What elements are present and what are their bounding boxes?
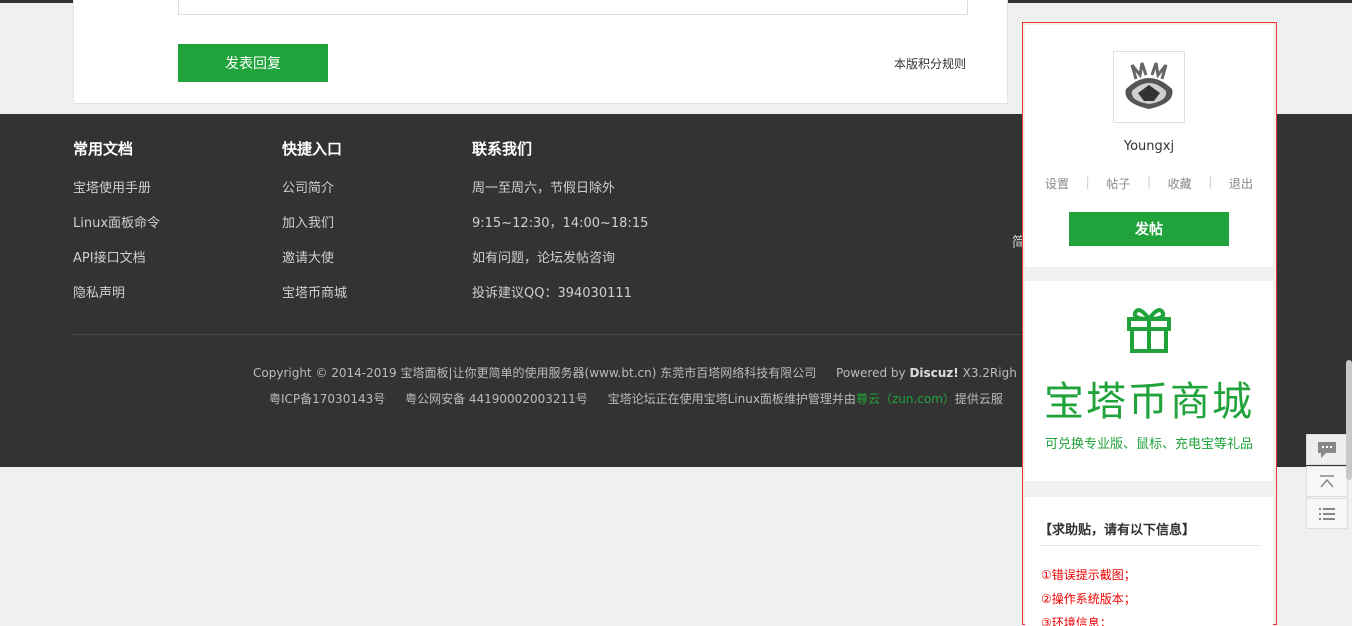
- footer-column-contact: 联系我们 周一至周六，节假日除外 9:15~12:30，14:00~18:15 …: [472, 138, 648, 320]
- footer-column-quick: 快捷入口 公司简介 加入我们 邀请大使 宝塔币商城: [282, 138, 347, 320]
- comment-button[interactable]: [1306, 434, 1348, 465]
- floating-toolbar: [1306, 434, 1348, 530]
- score-rules-link[interactable]: 本版积分规则: [894, 55, 966, 72]
- footer-divider: [73, 334, 1023, 335]
- icp-link[interactable]: 粤ICP备17030143号: [269, 392, 385, 406]
- footer-link[interactable]: 公司简介: [282, 180, 347, 215]
- footer-link[interactable]: 加入我们: [282, 215, 347, 250]
- user-links: 设置 | 帖子 | 收藏 | 退出: [1045, 175, 1253, 192]
- copyright-line: Copyright © 2014-2019 宝塔面板|让你更简单的使用服务器(w…: [253, 364, 1017, 381]
- coin-mall-ad[interactable]: 宝塔币商城 可兑换专业版、鼠标、充电宝等礼品: [1025, 281, 1273, 481]
- zun-link[interactable]: 尊云（zun.com）: [856, 392, 955, 406]
- footer-link[interactable]: API接口文档: [73, 250, 160, 285]
- separator: |: [1146, 175, 1151, 189]
- reply-card: 发表回复 本版积分规则: [73, 0, 1008, 104]
- footer-link[interactable]: Linux面板命令: [73, 215, 160, 250]
- submit-reply-button[interactable]: 发表回复: [178, 44, 328, 82]
- help-item: ②操作系统版本；: [1041, 592, 1136, 606]
- hosting-prefix: 宝塔论坛正在使用宝塔Linux面板维护管理并由: [607, 392, 856, 406]
- settings-link[interactable]: 设置: [1045, 175, 1069, 192]
- icp-line: 粤ICP备17030143号 粤公网安备 44190002003211号 宝塔论…: [269, 390, 1003, 407]
- police-link[interactable]: 粤公网安备 44190002003211号: [405, 392, 588, 406]
- footer-link[interactable]: 邀请大使: [282, 250, 347, 285]
- footer-column-docs: 常用文档 宝塔使用手册 Linux面板命令 API接口文档 隐私声明: [73, 138, 160, 320]
- posts-link[interactable]: 帖子: [1106, 175, 1130, 192]
- back-to-top-icon: [1320, 474, 1334, 487]
- comment-icon: [1318, 441, 1336, 458]
- footer-text: 投诉建议QQ：394030111: [472, 286, 632, 301]
- help-divider: [1039, 545, 1261, 546]
- user-card: Youngxj 设置 | 帖子 | 收藏 | 退出 发帖: [1025, 25, 1273, 267]
- help-item: ①错误提示截图；: [1041, 568, 1136, 582]
- footer-text: 如有问题，论坛发帖咨询: [472, 251, 616, 266]
- ad-title: 宝塔币商城: [1044, 379, 1254, 425]
- back-to-top-button[interactable]: [1306, 466, 1348, 497]
- footer-column-title: 常用文档: [73, 140, 134, 158]
- separator: |: [1085, 175, 1090, 189]
- hosting-suffix: 提供云服: [954, 392, 1003, 406]
- footer-text: 9:15~12:30，14:00~18:15: [472, 216, 649, 231]
- ad-subtitle: 可兑换专业版、鼠标、充电宝等礼品: [1044, 437, 1253, 452]
- footer-text: 周一至周六，节假日除外: [472, 181, 616, 196]
- sidebar: Youngxj 设置 | 帖子 | 收藏 | 退出 发帖 宝塔币商城 可兑换专业…: [1022, 22, 1277, 626]
- footer-link[interactable]: 宝塔使用手册: [73, 180, 160, 215]
- separator: |: [1208, 175, 1213, 189]
- help-item: ③环境信息；: [1041, 616, 1112, 626]
- powered-suffix: X3.2Righ: [962, 366, 1017, 380]
- copyright-text: Copyright © 2014-2019 宝塔面板|让你更简单的使用服务器(w…: [253, 366, 817, 380]
- footer-link[interactable]: 隐私声明: [73, 285, 160, 320]
- avatar-image: [1125, 62, 1173, 109]
- avatar[interactable]: [1113, 51, 1185, 123]
- page-scrollbar[interactable]: [1346, 360, 1352, 480]
- footer-column-title: 快捷入口: [282, 140, 343, 158]
- discuz-link[interactable]: Discuz!: [909, 366, 958, 380]
- list-button[interactable]: [1306, 498, 1348, 529]
- new-post-button[interactable]: 发帖: [1069, 212, 1229, 246]
- reply-textarea[interactable]: [178, 0, 968, 15]
- help-title: 【求助贴，请有以下信息】: [1039, 523, 1196, 538]
- list-icon: [1319, 507, 1335, 520]
- footer-link[interactable]: 宝塔币商城: [282, 285, 347, 320]
- username[interactable]: Youngxj: [1025, 139, 1273, 154]
- favorites-link[interactable]: 收藏: [1168, 175, 1192, 192]
- logout-link[interactable]: 退出: [1229, 175, 1253, 192]
- help-info-card: 【求助贴，请有以下信息】 ①错误提示截图； ②操作系统版本； ③环境信息；: [1025, 497, 1273, 626]
- powered-prefix: Powered by: [836, 366, 906, 380]
- footer-column-title: 联系我们: [472, 140, 533, 158]
- gift-icon: [1127, 308, 1171, 353]
